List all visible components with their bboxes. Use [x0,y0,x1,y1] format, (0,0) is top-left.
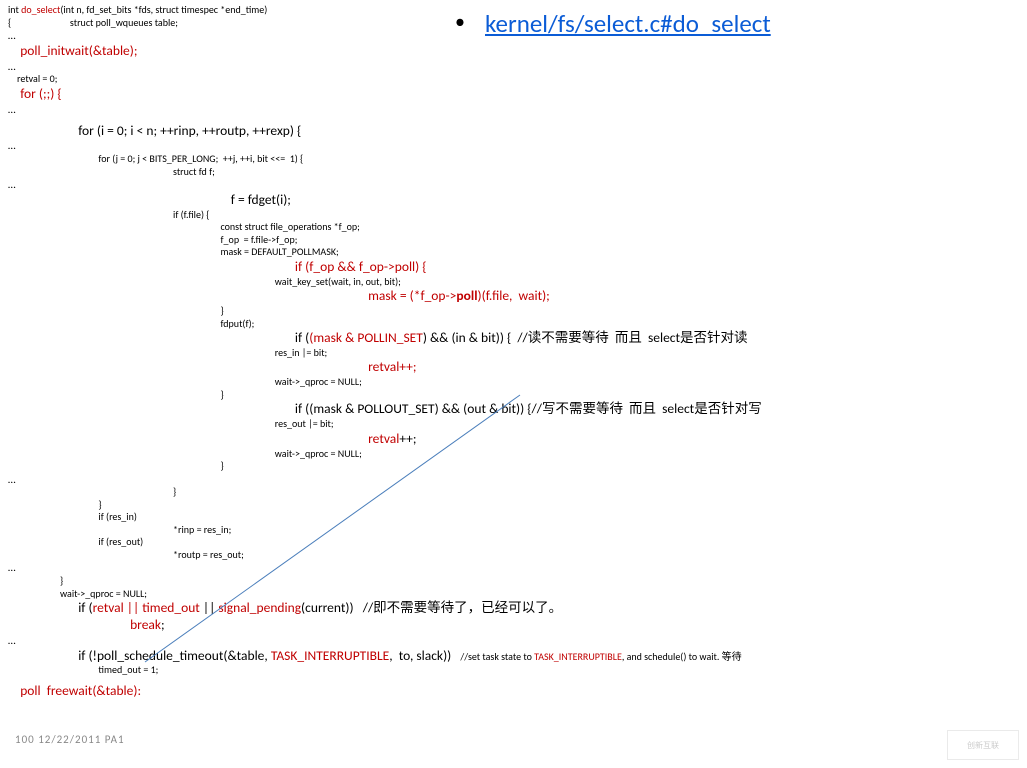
t: TASK_INTERRUPTIBLE [534,650,622,663]
t: } [8,575,1018,588]
t: retval || timed_out [93,599,200,616]
t: … [8,178,1018,192]
t: *routp = res_out; [8,549,1018,562]
t: if (f_op && f_op->poll) { [295,258,427,275]
t: … [8,139,1018,153]
t: wait->_qproc = NULL; [8,376,1018,389]
t: ; [161,616,165,633]
t: ++; [399,430,416,447]
t: retval = 0; [8,73,1018,86]
t: if ( [8,329,309,346]
t: for (;;) { [8,86,1018,103]
t [8,358,368,375]
t: … [8,634,1018,648]
t: *rinp = res_in; [8,524,1018,537]
t: if (res_in) [8,511,1018,524]
t: //set task state to [460,650,534,663]
t: if ((mask & POLLOUT_SET) && (out & bit))… [8,401,1018,418]
t: } [8,486,1018,499]
t: retval++; [368,358,416,375]
t: )(f.file, wait); [478,287,550,304]
t: f = fdget(i); [8,192,1018,209]
t: (int n, fd_set_bits *fds, struct timespe… [60,3,267,16]
t: const struct file_operations *f_op; [8,221,1018,234]
t: , to, slack)) [389,647,460,664]
t: } [8,499,1018,512]
t: if ( [8,599,93,616]
t: int [8,3,21,16]
t: mask = (*f_op-> [368,287,456,304]
t [8,258,295,275]
t: || [200,599,219,616]
t: do_select [21,3,60,16]
slide: • kernel/fs/select.c#do_select int do_se… [0,0,1027,768]
t: break [8,616,161,633]
t: (current)) //即不需要等待了，已经可以了。 [301,599,562,616]
t: (mask & POLLIN_SET [309,329,423,346]
watermark-logo: 创新互联 [947,730,1019,760]
t: signal_pending [218,599,301,616]
t: } [8,460,1018,473]
footer-text: 100 12/22/2011 PA1 [15,733,125,746]
t: … [8,29,1018,43]
t: if (!poll_schedule_timeout(&table, [8,647,271,664]
t [8,287,368,304]
t: TASK_INTERRUPTIBLE [271,647,389,664]
t: for (i = 0; i < n; ++rinp, ++routp, ++re… [8,123,1018,140]
t: … [8,103,1018,117]
code-block: int do_select(int n, fd_set_bits *fds, s… [8,4,1018,700]
t: poll [456,287,477,304]
t: retval [368,430,399,447]
t: if (res_out) [8,536,1018,549]
t: struct fd f; [8,166,1018,179]
t: } [8,305,1018,318]
t: … [8,473,1018,487]
t: { struct poll_wqueues table; [8,17,1018,30]
t: poll freewait(&table): [8,683,1018,700]
t: … [8,60,1018,74]
t: … [8,561,1018,575]
t: , and schedule() to wait. 等待 [622,650,742,663]
t: for (j = 0; j < BITS_PER_LONG; ++j, ++i,… [8,153,1018,166]
t: timed_out = 1; [8,664,1018,677]
t: ) && (in & bit)) { //读不需要等待 而且 select是否针… [423,329,748,346]
t: poll_initwait(&table); [8,43,1018,60]
t [8,430,368,447]
